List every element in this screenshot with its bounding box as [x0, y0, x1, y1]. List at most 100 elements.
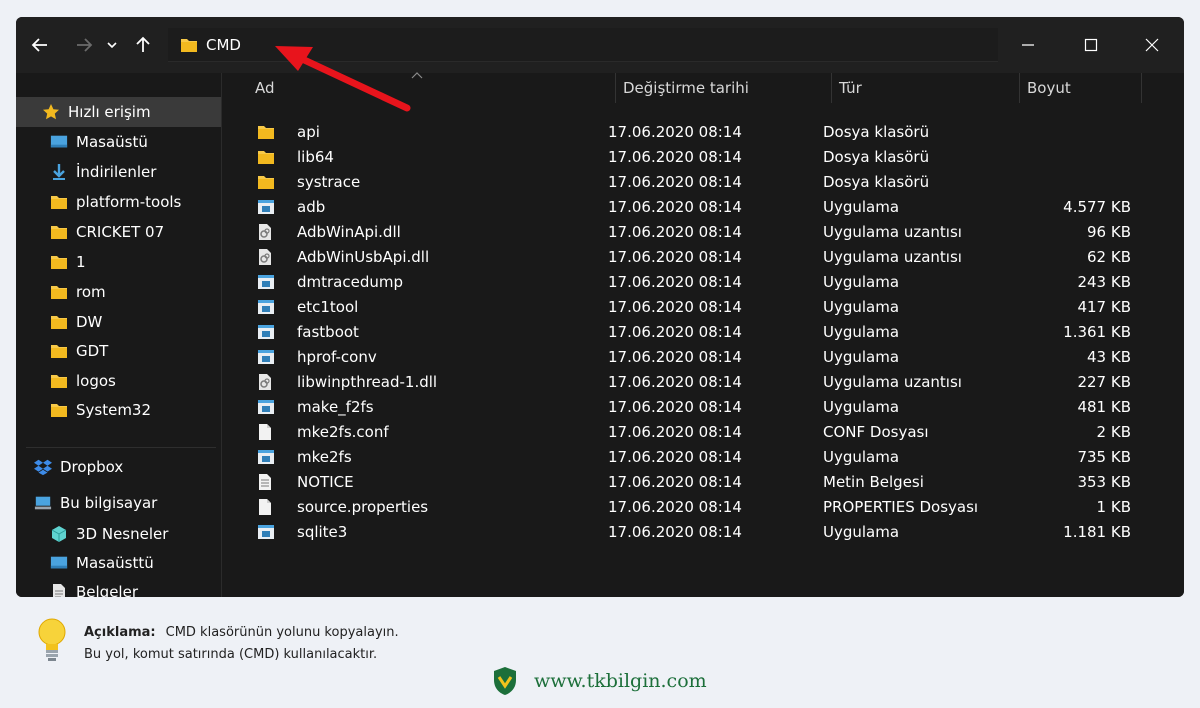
file-date: 17.06.2020 08:14 — [608, 473, 742, 491]
file-type: Uygulama uzantısı — [823, 248, 962, 266]
sidebar-item-belgeler[interactable]: Belgeler — [16, 577, 221, 597]
file-name: sqlite3 — [297, 523, 348, 541]
file-name: etc1tool — [297, 298, 359, 316]
cube-icon — [50, 525, 68, 543]
dll-icon — [257, 373, 275, 391]
file-row[interactable]: lib64 17.06.2020 08:14 Dosya klasörü — [223, 145, 1184, 170]
maximize-button[interactable] — [1071, 29, 1111, 61]
app-icon — [257, 273, 275, 291]
sidebar-item-3d-nesneler[interactable]: 3D Nesneler — [16, 519, 221, 549]
file-row[interactable]: sqlite3 17.06.2020 08:14 Uygulama 1.181 KB — [223, 520, 1184, 545]
sidebar-item-1[interactable]: 1 — [16, 247, 221, 277]
file-size: 43 KB — [1087, 348, 1131, 366]
sidebar-item-label: Belgeler — [76, 583, 138, 597]
sidebar-item-label: platform-tools — [76, 193, 182, 211]
file-date: 17.06.2020 08:14 — [608, 223, 742, 241]
file-row[interactable]: fastboot 17.06.2020 08:14 Uygulama 1.361 KB — [223, 320, 1184, 345]
file-row[interactable]: libwinpthread-1.dll 17.06.2020 08:14 Uygul… — [223, 370, 1184, 395]
back-button[interactable] — [26, 31, 54, 59]
file-row[interactable]: etc1tool 17.06.2020 08:14 Uygulama 417 KB — [223, 295, 1184, 320]
file-size: 1.181 KB — [1063, 523, 1131, 541]
app-icon — [257, 323, 275, 341]
file-row[interactable]: make_f2fs 17.06.2020 08:14 Uygulama 481 KB — [223, 395, 1184, 420]
file-row[interactable]: source.properties 17.06.2020 08:14 PROPERT… — [223, 495, 1184, 520]
folder-icon — [50, 223, 68, 241]
file-type: Uygulama uzantısı — [823, 373, 962, 391]
file-name: dmtracedump — [297, 273, 404, 291]
folder-icon — [50, 342, 68, 360]
sidebar-item-system32[interactable]: System32 — [16, 395, 221, 425]
app-icon — [257, 448, 275, 466]
file-row[interactable]: api 17.06.2020 08:14 Dosya klasörü — [223, 120, 1184, 145]
file-type: Uygulama uzantısı — [823, 223, 962, 241]
sidebar-item-label: GDT — [76, 342, 109, 360]
up-button[interactable] — [129, 31, 157, 59]
sidebar-item-masa-st-[interactable]: Masaüstü — [16, 127, 221, 157]
sidebar-item-masa-stt-[interactable]: Masaüsttü — [16, 548, 221, 578]
sidebar-item-gdt[interactable]: GDT — [16, 336, 221, 366]
sidebar-item-this-pc[interactable]: Bu bilgisayar — [16, 488, 221, 518]
file-row[interactable]: mke2fs 17.06.2020 08:14 Uygulama 735 KB — [223, 445, 1184, 470]
close-button[interactable] — [1132, 29, 1172, 61]
folder-icon — [50, 401, 68, 419]
file-size: 2 KB — [1096, 423, 1131, 441]
file-date: 17.06.2020 08:14 — [608, 173, 742, 191]
file-row[interactable]: systrace 17.06.2020 08:14 Dosya klasörü — [223, 170, 1184, 195]
sidebar-item-i-ndirilenler[interactable]: İndirilenler — [16, 157, 221, 187]
close-icon — [1145, 38, 1159, 52]
file-name: AdbWinApi.dll — [297, 223, 401, 241]
sidebar-item-dw[interactable]: DW — [16, 307, 221, 337]
file-type: Uygulama — [823, 448, 900, 466]
sidebar-item-quick-access[interactable]: Hızlı erişim — [16, 97, 221, 127]
sidebar-item-label: DW — [76, 313, 103, 331]
column-header-size[interactable]: Boyut — [1019, 73, 1141, 103]
file-name: NOTICE — [297, 473, 354, 491]
file-type: Uygulama — [823, 523, 900, 541]
note-text-1: CMD klasörünün yolunu kopyalayın. — [165, 625, 399, 640]
minimize-button[interactable] — [1008, 29, 1048, 61]
recent-locations-button[interactable] — [102, 31, 122, 59]
sidebar-item-label: System32 — [76, 401, 152, 419]
document-icon — [50, 583, 68, 597]
file-size: 735 KB — [1077, 448, 1131, 466]
sidebar-item-label: 3D Nesneler — [76, 525, 169, 543]
arrow-left-icon — [31, 38, 47, 52]
file-name: libwinpthread-1.dll — [297, 373, 438, 391]
file-row[interactable]: adb 17.06.2020 08:14 Uygulama 4.577 KB — [223, 195, 1184, 220]
column-separator[interactable] — [1141, 73, 1142, 103]
column-header-date[interactable]: Değiştirme tarihi — [615, 73, 831, 103]
file-row[interactable]: AdbWinUsbApi.dll 17.06.2020 08:14 Uygulama… — [223, 245, 1184, 270]
file-row[interactable]: dmtracedump 17.06.2020 08:14 Uygulama 243 K… — [223, 270, 1184, 295]
note-line-1: Açıklama: CMD klasörünün yolunu kopyalayı… — [84, 622, 399, 644]
sidebar-item-logos[interactable]: logos — [16, 366, 221, 396]
address-bar[interactable]: CMD — [168, 28, 998, 62]
file-name: hprof-conv — [297, 348, 377, 366]
file-row[interactable]: hprof-conv 17.06.2020 08:14 Uygulama 43 KB — [223, 345, 1184, 370]
folder-icon — [181, 38, 197, 52]
sidebar-item-label: Dropbox — [60, 458, 124, 476]
sidebar-item-cricket-07[interactable]: CRICKET 07 — [16, 217, 221, 247]
column-header-type[interactable]: Tür — [831, 73, 1019, 103]
folder-icon — [50, 283, 68, 301]
file-size: 227 KB — [1077, 373, 1131, 391]
computer-icon — [34, 494, 52, 512]
dll-icon — [257, 223, 275, 241]
file-row[interactable]: mke2fs.conf 17.06.2020 08:14 CONF Dosyası 2… — [223, 420, 1184, 445]
sidebar-item-label: Hızlı erişim — [68, 103, 151, 121]
folder-icon — [257, 148, 275, 166]
folder-icon — [257, 173, 275, 191]
column-header-label: Ad — [255, 79, 275, 97]
column-header-name[interactable]: Ad — [247, 73, 625, 103]
folder-icon — [257, 123, 275, 141]
sidebar-item-dropbox[interactable]: Dropbox — [16, 452, 221, 482]
file-type: PROPERTIES Dosyası — [823, 498, 979, 516]
file-row[interactable]: AdbWinApi.dll 17.06.2020 08:14 Uygulama uz… — [223, 220, 1184, 245]
folder-icon — [50, 313, 68, 331]
sidebar-item-rom[interactable]: rom — [16, 277, 221, 307]
forward-button[interactable] — [70, 31, 98, 59]
text-file-icon — [257, 473, 275, 491]
sidebar-item-platform-tools[interactable]: platform-tools — [16, 187, 221, 217]
file-row[interactable]: NOTICE 17.06.2020 08:14 Metin Belgesi 353 K… — [223, 470, 1184, 495]
column-header-label: Değiştirme tarihi — [623, 79, 749, 97]
file-date: 17.06.2020 08:14 — [608, 198, 742, 216]
